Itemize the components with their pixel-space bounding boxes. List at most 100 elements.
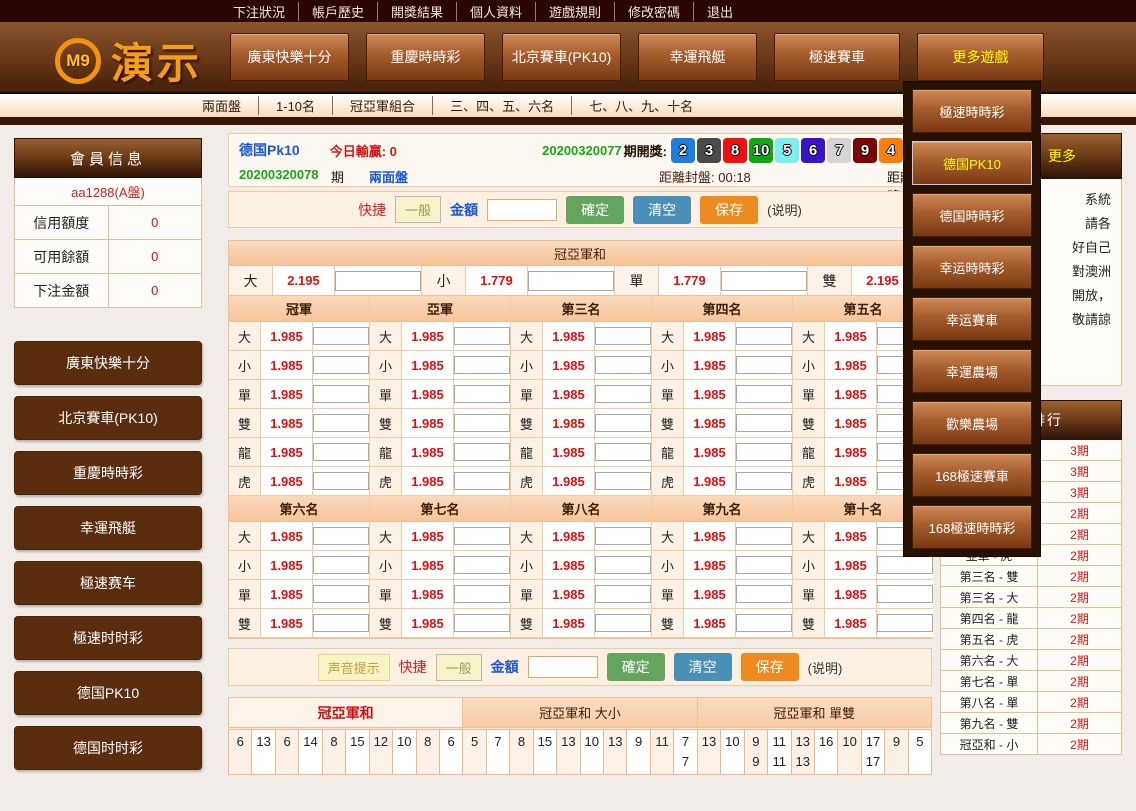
position-bet-input[interactable] xyxy=(313,327,369,345)
note-label[interactable]: (说明) xyxy=(808,658,843,677)
sound-alert-button[interactable]: 声音提示 xyxy=(318,654,390,681)
sidebar-game-button[interactable]: 極速赛车 xyxy=(14,561,202,605)
position-bet-input[interactable] xyxy=(877,585,933,603)
position-bet-input[interactable] xyxy=(877,556,933,574)
note-label[interactable]: (说明) xyxy=(767,200,802,219)
top-menu-item[interactable]: 帳戶歷史 xyxy=(299,2,378,21)
position-bet-input[interactable] xyxy=(454,385,510,403)
position-bet-input[interactable] xyxy=(736,385,792,403)
trend-tab[interactable]: 冠亞軍和 單雙 xyxy=(698,698,931,727)
position-bet-input[interactable] xyxy=(313,414,369,432)
mode-button[interactable]: 一般 xyxy=(395,196,441,223)
position-bet-input[interactable] xyxy=(736,356,792,374)
position-bet-input[interactable] xyxy=(877,614,933,632)
top-menu-item[interactable]: 遊戲規則 xyxy=(536,2,615,21)
position-bet-input[interactable] xyxy=(454,585,510,603)
position-bet-input[interactable] xyxy=(736,327,792,345)
save-button[interactable]: 保存 xyxy=(741,653,799,681)
clear-button[interactable]: 清空 xyxy=(674,653,732,681)
mode-button[interactable]: 一般 xyxy=(436,654,482,681)
more-menu-item[interactable]: 168極速賽車 xyxy=(912,453,1032,497)
save-button[interactable]: 保存 xyxy=(700,196,758,224)
position-bet-input[interactable] xyxy=(736,414,792,432)
sum-bet-input[interactable] xyxy=(528,271,614,291)
position-bet-input[interactable] xyxy=(313,527,369,545)
sub-nav-item[interactable]: 冠亞軍組合 xyxy=(333,96,433,115)
position-bet-input[interactable] xyxy=(313,356,369,374)
sub-nav-item[interactable]: 七、八、九、十名 xyxy=(572,96,710,115)
position-bet-input[interactable] xyxy=(454,556,510,574)
sub-nav-item[interactable]: 1-10名 xyxy=(259,96,333,115)
position-bet-input[interactable] xyxy=(313,472,369,490)
position-bet-input[interactable] xyxy=(313,614,369,632)
sidebar-game-button[interactable]: 極速时时彩 xyxy=(14,616,202,660)
position-bet-input[interactable] xyxy=(313,443,369,461)
position-bet-input[interactable] xyxy=(454,414,510,432)
position-bet-input[interactable] xyxy=(595,556,651,574)
sub-nav-item[interactable]: 兩面盤 xyxy=(185,96,259,115)
announcement-more-link[interactable]: 更多 xyxy=(1048,146,1076,166)
more-menu-item[interactable]: 168極速時時彩 xyxy=(912,505,1032,549)
more-menu-item[interactable]: 幸运賽車 xyxy=(912,297,1032,341)
position-bet-input[interactable] xyxy=(736,614,792,632)
position-bet-input[interactable] xyxy=(595,585,651,603)
amount-input[interactable] xyxy=(528,656,598,678)
trend-tab[interactable]: 冠亞軍和 大小 xyxy=(463,698,697,727)
position-bet-input[interactable] xyxy=(595,614,651,632)
position-bet-input[interactable] xyxy=(595,327,651,345)
top-menu-item[interactable]: 修改密碼 xyxy=(615,2,694,21)
confirm-button[interactable]: 確定 xyxy=(607,653,665,681)
position-bet-input[interactable] xyxy=(736,556,792,574)
position-bet-odds: 1.985 xyxy=(684,580,736,608)
position-bet-input[interactable] xyxy=(595,356,651,374)
sidebar-game-button[interactable]: 北京賽車(PK10) xyxy=(14,396,202,440)
position-bet-input[interactable] xyxy=(736,585,792,603)
sidebar-game-button[interactable]: 重慶時時彩 xyxy=(14,451,202,495)
position-bet-input[interactable] xyxy=(595,443,651,461)
dragon-rank-value: 2期 xyxy=(1038,650,1121,670)
more-menu-item[interactable]: 歡樂農場 xyxy=(912,401,1032,445)
position-bet-input[interactable] xyxy=(313,385,369,403)
position-bet-input[interactable] xyxy=(736,443,792,461)
game-nav-button[interactable]: 廣東快樂十分 xyxy=(230,33,349,81)
position-bet-input[interactable] xyxy=(595,385,651,403)
more-games-button[interactable]: 更多遊戲 xyxy=(917,33,1044,81)
top-menu-item[interactable]: 開獎結果 xyxy=(378,2,457,21)
more-menu-item[interactable]: 極速時時彩 xyxy=(912,89,1032,133)
position-bet-input[interactable] xyxy=(454,614,510,632)
top-menu-item[interactable]: 下注狀況 xyxy=(220,2,299,21)
sidebar-game-button[interactable]: 廣東快樂十分 xyxy=(14,341,202,385)
sub-nav-item[interactable]: 三、四、五、六名 xyxy=(433,96,572,115)
sidebar-game-button[interactable]: 幸運飛艇 xyxy=(14,506,202,550)
top-menu-item[interactable]: 退出 xyxy=(694,2,746,21)
position-bet-input[interactable] xyxy=(736,472,792,490)
trend-tab[interactable]: 冠亞軍和 xyxy=(229,698,463,727)
confirm-button[interactable]: 確定 xyxy=(566,196,624,224)
game-nav-button[interactable]: 極速賽車 xyxy=(774,33,900,81)
sidebar-game-button[interactable]: 德国时时彩 xyxy=(14,726,202,770)
position-bet-input[interactable] xyxy=(454,327,510,345)
clear-button[interactable]: 清空 xyxy=(633,196,691,224)
sum-bet-input[interactable] xyxy=(335,271,421,291)
position-bet-input[interactable] xyxy=(736,527,792,545)
more-menu-item[interactable]: 德国時時彩 xyxy=(912,193,1032,237)
position-bet-input[interactable] xyxy=(454,527,510,545)
game-nav-button[interactable]: 重慶時時彩 xyxy=(366,33,485,81)
position-bet-input[interactable] xyxy=(454,443,510,461)
position-bet-input[interactable] xyxy=(454,472,510,490)
position-bet-input[interactable] xyxy=(454,356,510,374)
more-menu-item[interactable]: 幸運農場 xyxy=(912,349,1032,393)
game-nav-button[interactable]: 幸運飛艇 xyxy=(638,33,757,81)
top-menu-item[interactable]: 個人資料 xyxy=(457,2,536,21)
position-bet-input[interactable] xyxy=(313,585,369,603)
more-menu-item[interactable]: 幸运時時彩 xyxy=(912,245,1032,289)
game-nav-button[interactable]: 北京賽車(PK10) xyxy=(502,33,621,81)
amount-input[interactable] xyxy=(487,199,557,221)
position-bet-input[interactable] xyxy=(595,527,651,545)
position-bet-input[interactable] xyxy=(595,472,651,490)
sidebar-game-button[interactable]: 德国PK10 xyxy=(14,671,202,715)
sum-bet-input[interactable] xyxy=(721,271,807,291)
position-bet-input[interactable] xyxy=(313,556,369,574)
more-menu-item[interactable]: 德国PK10 xyxy=(912,141,1032,185)
position-bet-input[interactable] xyxy=(595,414,651,432)
